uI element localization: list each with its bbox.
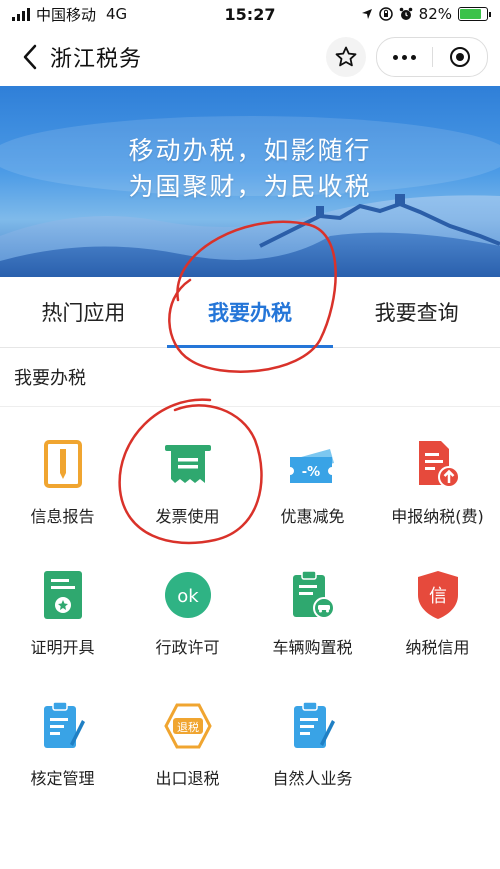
service-label: 自然人业务 xyxy=(272,769,353,788)
service-label: 优惠减免 xyxy=(280,507,345,526)
network-label: 4G xyxy=(106,5,128,23)
ok-icon: ok xyxy=(159,566,217,624)
service-label: 信息报告 xyxy=(30,507,95,526)
battery-percent: 82% xyxy=(418,5,452,23)
service-label: 纳税信用 xyxy=(405,638,470,657)
star-icon xyxy=(335,46,357,67)
tab-hot-apps[interactable]: 热门应用 xyxy=(0,277,167,347)
service-label: 证明开具 xyxy=(30,638,95,657)
service-invoice[interactable]: 发票使用 xyxy=(125,435,250,527)
certificate-icon xyxy=(34,566,92,624)
service-export-refund[interactable]: 退税 出口退税 xyxy=(125,697,250,789)
service-label: 行政许可 xyxy=(155,638,220,657)
service-admin-license[interactable]: ok 行政许可 xyxy=(125,566,250,658)
invoice-icon xyxy=(159,435,217,493)
page-title: 浙江税务 xyxy=(50,47,143,72)
signal-icon xyxy=(12,7,30,21)
more-button[interactable] xyxy=(377,38,432,76)
tab-tax-handling[interactable]: 我要办税 xyxy=(166,277,334,348)
favorite-button[interactable] xyxy=(326,37,366,77)
close-button[interactable] xyxy=(433,38,488,76)
report-icon xyxy=(34,435,92,493)
checklist-icon xyxy=(34,697,92,755)
vehicle-tax-icon xyxy=(284,566,342,624)
target-close-icon xyxy=(449,47,470,67)
banner-line-2: 为国聚财，为民收税 xyxy=(128,172,372,201)
banner-line-1: 移动办税，如影随行 xyxy=(128,136,372,165)
carrier-label: 中国移动 xyxy=(36,5,97,24)
alarm-icon xyxy=(399,7,412,20)
service-label: 核定管理 xyxy=(30,769,95,788)
mini-program-capsule xyxy=(376,37,488,77)
svg-text:-%: -% xyxy=(301,465,319,480)
nav-actions xyxy=(326,37,488,77)
service-label: 车辆购置税 xyxy=(272,638,353,657)
service-natural-person[interactable]: 自然人业务 xyxy=(250,697,375,789)
back-button[interactable] xyxy=(10,37,50,77)
svg-text:信: 信 xyxy=(429,586,447,607)
battery-icon xyxy=(458,7,491,21)
tab-bar: 热门应用 我要办税 我要查询 xyxy=(0,277,500,348)
status-left: 中国移动 4G xyxy=(12,4,127,25)
hero-banner: 移动办税，如影随行 为国聚财，为民收税 xyxy=(0,86,500,277)
tab-query[interactable]: 我要查询 xyxy=(333,277,500,347)
svg-text:退税: 退税 xyxy=(177,720,199,734)
lock-rotation-icon xyxy=(378,7,393,21)
status-bar: 中国移动 4G 15:27 82% xyxy=(0,0,500,28)
export-refund-icon: 退税 xyxy=(159,697,217,755)
service-label: 出口退税 xyxy=(155,769,220,788)
service-label: 发票使用 xyxy=(155,507,220,526)
banner-slogan: 移动办税，如影随行 为国聚财，为民收税 xyxy=(0,133,500,205)
service-grid: 信息报告 发票使用 -% 优惠减免 申报纳税(费) 证明开具 ok 行政许可 车… xyxy=(0,407,500,789)
location-arrow-icon xyxy=(361,9,372,19)
status-right: 82% xyxy=(361,5,491,23)
chevron-left-icon xyxy=(23,44,37,70)
svg-text:ok: ok xyxy=(177,586,199,607)
nav-bar: 浙江税务 xyxy=(0,28,500,86)
declare-icon xyxy=(409,435,467,493)
credit-shield-icon: 信 xyxy=(409,566,467,624)
discount-icon: -% xyxy=(284,435,342,493)
service-info-report[interactable]: 信息报告 xyxy=(0,435,125,527)
service-tax-credit[interactable]: 信 纳税信用 xyxy=(375,566,500,658)
service-verification[interactable]: 核定管理 xyxy=(0,697,125,789)
service-vehicle-tax[interactable]: 车辆购置税 xyxy=(250,566,375,658)
section-title: 我要办税 xyxy=(0,348,500,407)
service-certificate[interactable]: 证明开具 xyxy=(0,566,125,658)
service-label: 申报纳税(费) xyxy=(391,507,484,526)
service-declare-tax[interactable]: 申报纳税(费) xyxy=(375,435,500,527)
person-business-icon xyxy=(284,697,342,755)
service-discount[interactable]: -% 优惠减免 xyxy=(250,435,375,527)
